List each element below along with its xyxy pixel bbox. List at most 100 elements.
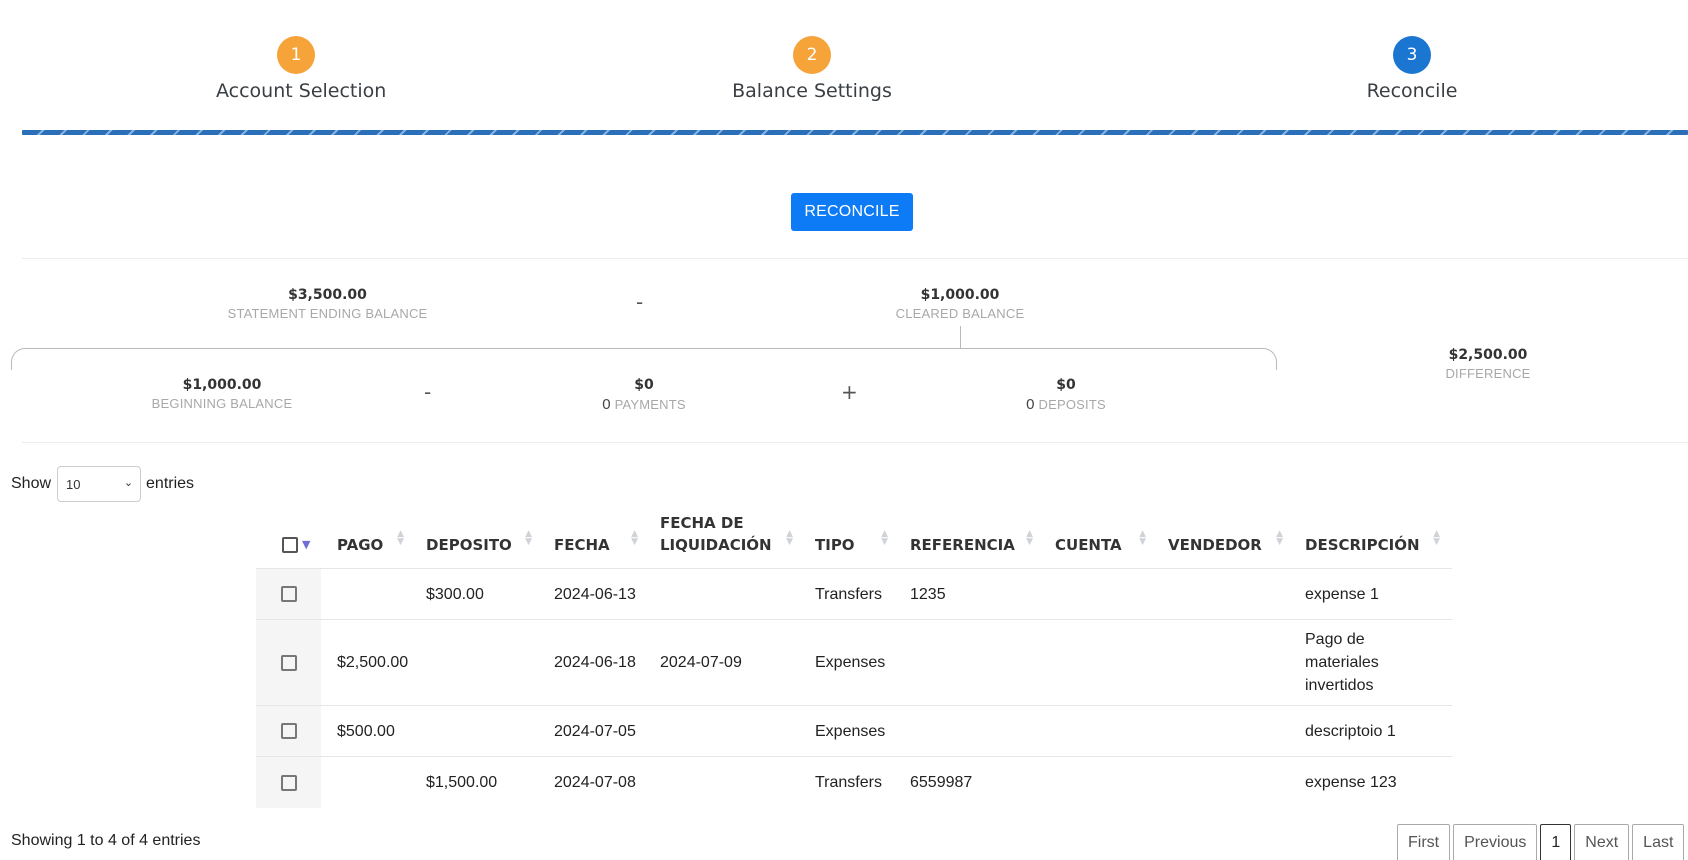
step-reconcile[interactable]: 3 Reconcile — [1332, 36, 1492, 102]
cell-fecha-liquidacion: 2024-07-09 — [650, 619, 805, 706]
row-checkbox[interactable] — [280, 774, 297, 791]
cell-vendedor — [1158, 619, 1295, 706]
cell-fecha: 2024-07-05 — [544, 705, 650, 757]
sort-icon: ▲ ▼ — [397, 529, 404, 547]
header-fecha-label: FECHA — [554, 536, 610, 554]
step-label-2: Balance Settings — [732, 80, 892, 102]
sort-icon: ▲ ▼ — [1139, 529, 1146, 547]
step-account-selection[interactable]: 1 Account Selection — [216, 36, 387, 102]
pagination: First Previous 1 Next Last — [1397, 824, 1687, 860]
cleared-label: CLEARED BALANCE — [895, 306, 1025, 321]
chevron-down-icon: ⌄ — [123, 477, 134, 489]
entries-select[interactable]: 10 ⌄ — [57, 466, 142, 502]
cleared-balance: $1,000.00 CLEARED BALANCE — [860, 287, 1060, 321]
cell-referencia — [900, 619, 1045, 706]
show-entries: Show 10 ⌄ entries — [11, 466, 194, 502]
reconcile-button[interactable]: RECONCILE — [791, 193, 913, 231]
deposits-count: 0 — [1026, 396, 1035, 413]
header-fecha[interactable]: FECHA ▲ ▼ — [544, 512, 650, 569]
entries-suffix: entries — [146, 475, 195, 492]
table-row[interactable]: $300.00 2024-06-13 Transfers 1235 expens… — [256, 568, 1452, 620]
cell-fecha-liquidacion — [650, 705, 805, 757]
statement-ending-label: STATEMENT ENDING BALANCE — [227, 306, 428, 321]
cell-pago — [321, 568, 416, 620]
step-label-1: Account Selection — [216, 80, 387, 102]
header-tipo[interactable]: TIPO ▲ ▼ — [805, 512, 900, 569]
statement-ending-balance: $3,500.00 STATEMENT ENDING BALANCE — [175, 287, 480, 321]
cell-referencia — [900, 705, 1045, 757]
cell-deposito: $300.00 — [416, 568, 544, 620]
step-number-3: 3 — [1393, 36, 1431, 74]
row-checkbox[interactable] — [280, 723, 297, 740]
cell-vendedor — [1158, 705, 1295, 757]
sort-icon: ▲ ▼ — [525, 529, 532, 547]
difference-label: DIFFERENCE — [1445, 366, 1531, 381]
cleared-amount: $1,000.00 — [920, 287, 1000, 303]
cell-cuenta — [1045, 756, 1158, 808]
beginning-amount: $1,000.00 — [182, 377, 262, 393]
cell-vendedor — [1158, 568, 1295, 620]
row-select-cell[interactable] — [256, 756, 321, 808]
current-page-button[interactable]: 1 — [1540, 824, 1572, 860]
cell-cuenta — [1045, 568, 1158, 620]
table-row[interactable]: $500.00 2024-07-05 Expenses descriptoio … — [256, 705, 1452, 757]
payments-label: 0 PAYMENTS — [544, 396, 744, 413]
previous-page-button[interactable]: Previous — [1453, 824, 1538, 860]
table-row[interactable]: $2,500.00 2024-06-18 2024-07-09 Expenses… — [256, 619, 1452, 706]
payments-label-text: PAYMENTS — [614, 397, 686, 412]
header-pago-label: PAGO — [337, 536, 384, 554]
last-page-button[interactable]: Last — [1632, 824, 1685, 860]
sort-icon: ▲ ▼ — [881, 529, 888, 547]
header-deposito-label: DEPOSITO — [426, 536, 512, 554]
plus-operator: + — [841, 380, 858, 404]
first-page-button[interactable]: First — [1397, 824, 1451, 860]
cell-tipo: Transfers — [805, 568, 900, 620]
row-select-cell[interactable] — [256, 705, 321, 757]
row-select-cell[interactable] — [256, 619, 321, 706]
cell-fecha: 2024-06-13 — [544, 568, 650, 620]
cell-fecha: 2024-07-08 — [544, 756, 650, 808]
header-referencia[interactable]: REFERENCIA ▲ ▼ — [900, 512, 1045, 569]
next-page-button[interactable]: Next — [1574, 824, 1630, 860]
cell-cuenta — [1045, 705, 1158, 757]
header-descripcion[interactable]: DESCRIPCIÓN ▲ ▼ — [1295, 512, 1452, 569]
cell-deposito — [416, 705, 544, 757]
select-all-header[interactable]: ▼ — [256, 512, 321, 569]
cell-descripcion: expense 123 — [1295, 756, 1452, 808]
header-cuenta-label: CUENTA — [1055, 536, 1122, 554]
cell-referencia: 6559987 — [900, 756, 1045, 808]
row-select-cell[interactable] — [256, 568, 321, 620]
header-deposito[interactable]: DEPOSITO ▲ ▼ — [416, 512, 544, 569]
difference-balance: $2,500.00 DIFFERENCE — [1388, 347, 1588, 381]
header-vendedor-label: VENDEDOR — [1168, 536, 1262, 554]
header-referencia-label: REFERENCIA — [910, 536, 1015, 554]
row-checkbox[interactable] — [280, 654, 297, 671]
cell-referencia: 1235 — [900, 568, 1045, 620]
cell-fecha-liquidacion — [650, 756, 805, 808]
sort-icon: ▲ ▼ — [1276, 529, 1283, 547]
statement-ending-amount: $3,500.00 — [288, 287, 367, 303]
cell-pago: $2,500.00 — [321, 619, 416, 706]
step-balance-settings[interactable]: 2 Balance Settings — [732, 36, 892, 102]
header-fecha-liquidacion[interactable]: FECHA DE LIQUIDACIÓN ▲ ▼ — [650, 512, 805, 569]
header-cuenta[interactable]: CUENTA ▲ ▼ — [1045, 512, 1158, 569]
cell-pago — [321, 756, 416, 808]
wizard-progress-bar — [22, 130, 1688, 135]
cell-deposito: $1,500.00 — [416, 756, 544, 808]
difference-amount: $2,500.00 — [1448, 347, 1528, 363]
cell-cuenta — [1045, 619, 1158, 706]
bracket-connector — [960, 326, 961, 349]
table-info: Showing 1 to 4 of 4 entries — [11, 832, 201, 849]
deposits-label: 0 DEPOSITS — [966, 396, 1166, 413]
step-label-3: Reconcile — [1366, 80, 1458, 102]
cell-tipo: Expenses — [805, 619, 900, 706]
header-vendedor[interactable]: VENDEDOR ▲ ▼ — [1158, 512, 1295, 569]
header-pago[interactable]: PAGO ▲ ▼ — [321, 512, 416, 569]
cell-deposito — [416, 619, 544, 706]
minus-operator-2: - — [424, 380, 432, 404]
table-row[interactable]: $1,500.00 2024-07-08 Transfers 6559987 e… — [256, 756, 1452, 808]
payments-count: 0 — [602, 396, 611, 413]
row-checkbox[interactable] — [280, 586, 297, 603]
select-all-checkbox[interactable] — [282, 537, 298, 553]
header-fecha-liq-line2: LIQUIDACIÓN — [660, 536, 772, 554]
